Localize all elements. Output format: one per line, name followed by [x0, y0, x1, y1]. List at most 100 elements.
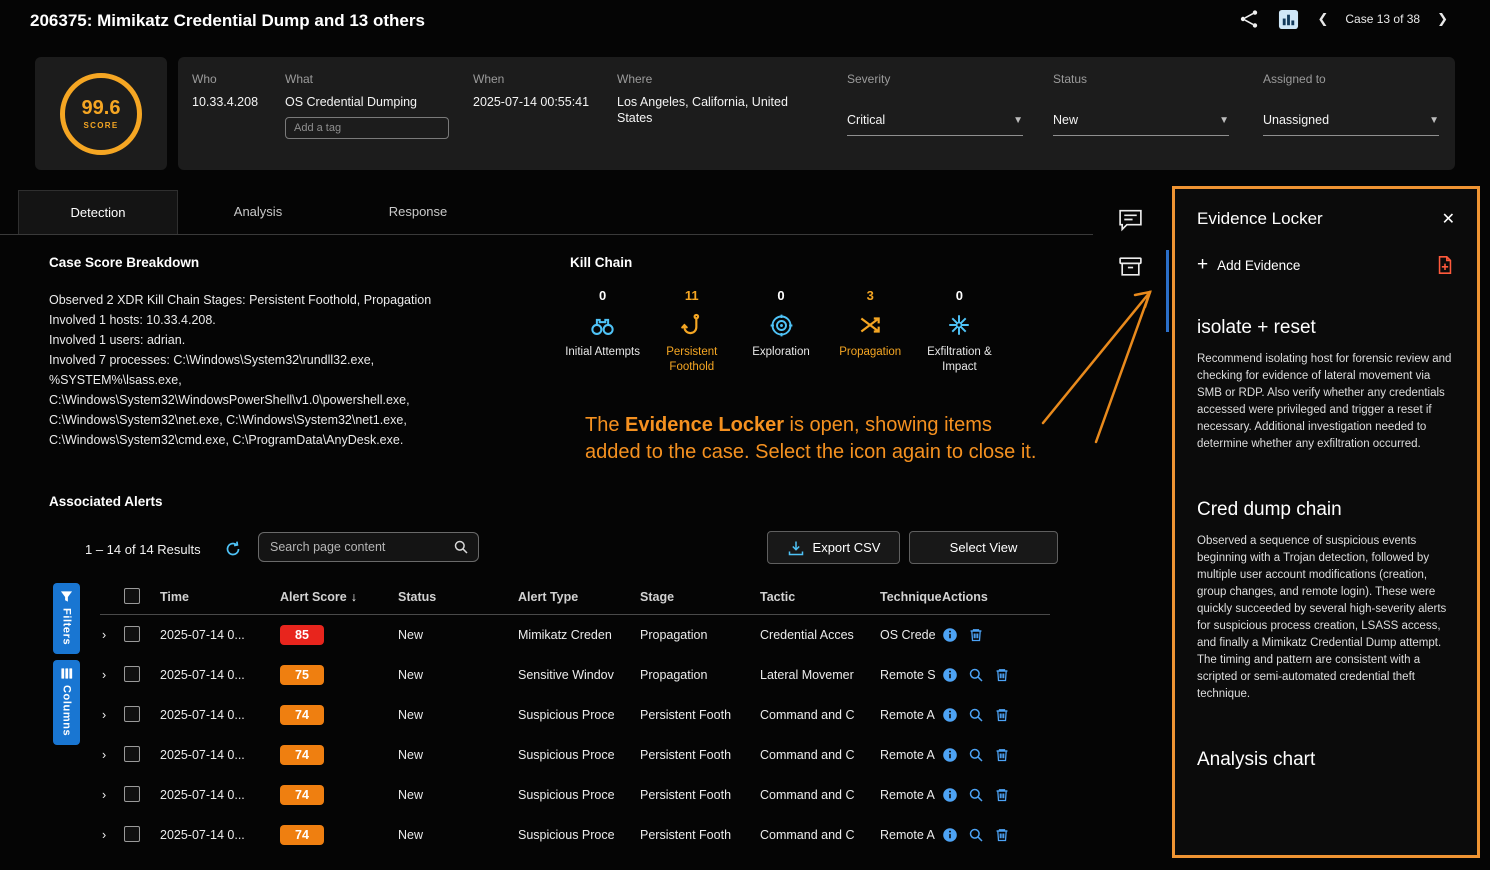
checkbox[interactable] — [124, 786, 140, 802]
info-icon[interactable] — [942, 827, 959, 844]
kill-chain-stage[interactable]: 0Initial Attempts — [558, 288, 647, 375]
cell-actions — [942, 667, 1050, 684]
trash-icon[interactable] — [968, 627, 985, 644]
expand-chevron-icon[interactable]: › — [100, 788, 124, 802]
add-evidence-label: Add Evidence — [1217, 258, 1300, 273]
columns-button[interactable]: Columns — [53, 660, 80, 745]
chevron-left-icon[interactable]: ❮ — [1315, 9, 1330, 29]
status-dropdown[interactable]: New ▼ — [1053, 112, 1229, 136]
column-header-time[interactable]: Time — [160, 590, 280, 604]
cell-score: 74 — [280, 785, 398, 805]
chart-widget-icon[interactable] — [1276, 7, 1300, 31]
cell-time: 2025-07-14 0... — [160, 668, 280, 682]
header-checkbox[interactable] — [124, 588, 160, 607]
expand-chevron-icon[interactable]: › — [100, 668, 124, 682]
row-checkbox[interactable] — [124, 706, 160, 725]
row-checkbox[interactable] — [124, 786, 160, 805]
kill-chain-stage[interactable]: 0Exploration — [736, 288, 825, 375]
cell-technique: Remote A — [880, 708, 942, 722]
info-icon[interactable] — [942, 747, 959, 764]
info-icon[interactable] — [942, 627, 959, 644]
cell-technique: Remote S — [880, 668, 942, 682]
expand-chevron-icon[interactable]: › — [100, 628, 124, 642]
expand-chevron-icon[interactable]: › — [100, 828, 124, 842]
expand-chevron-icon[interactable]: › — [100, 708, 124, 722]
add-tag-input[interactable] — [285, 117, 449, 139]
stage-count: 0 — [558, 288, 647, 304]
cell-technique: Remote A — [880, 788, 942, 802]
trash-icon[interactable] — [994, 667, 1011, 684]
magnifier-icon[interactable] — [968, 747, 985, 764]
evidence-item: Analysis chart — [1197, 749, 1455, 771]
row-checkbox[interactable] — [124, 746, 160, 765]
trash-icon[interactable] — [994, 827, 1011, 844]
column-header-alert-type[interactable]: Alert Type — [518, 590, 640, 604]
select-view-button[interactable]: Select View — [909, 531, 1058, 564]
checkbox[interactable] — [124, 706, 140, 722]
alert-score-badge: 75 — [280, 665, 324, 685]
export-csv-button[interactable]: Export CSV — [767, 531, 900, 564]
column-header-tactic[interactable]: Tactic — [760, 590, 880, 604]
cell-time: 2025-07-14 0... — [160, 708, 280, 722]
row-checkbox[interactable] — [124, 826, 160, 845]
trash-icon[interactable] — [994, 787, 1011, 804]
checkbox[interactable] — [124, 626, 140, 642]
search-box — [258, 532, 479, 562]
evidence-locker-panel: Evidence Locker ✕ + Add Evidence isolate… — [1172, 186, 1480, 858]
tab-analysis[interactable]: Analysis — [178, 190, 338, 234]
field-label: Who — [192, 72, 258, 86]
filters-button[interactable]: Filters — [53, 583, 80, 654]
severity-dropdown[interactable]: Critical ▼ — [847, 112, 1023, 136]
kill-chain-stage[interactable]: 3Propagation — [826, 288, 915, 375]
column-header-alert-score[interactable]: Alert Score↓ — [280, 590, 398, 604]
magnifier-icon[interactable] — [968, 707, 985, 724]
file-plus-icon[interactable] — [1435, 255, 1455, 275]
add-evidence-button[interactable]: + Add Evidence — [1197, 255, 1455, 275]
checkbox[interactable] — [124, 666, 140, 682]
refresh-icon[interactable] — [224, 540, 242, 558]
evidence-item: isolate + resetRecommend isolating host … — [1197, 317, 1455, 453]
magnifier-icon[interactable] — [968, 787, 985, 804]
stage-label: Exfiltration & Impact — [915, 345, 1004, 375]
sort-desc-icon[interactable]: ↓ — [351, 590, 357, 604]
tab-response[interactable]: Response — [338, 190, 498, 234]
row-checkbox[interactable] — [124, 626, 160, 645]
cell-status: New — [398, 828, 518, 842]
cell-stage: Propagation — [640, 628, 760, 642]
caret-down-icon: ▼ — [1013, 115, 1023, 126]
info-icon[interactable] — [942, 667, 959, 684]
expand-chevron-icon[interactable]: › — [100, 748, 124, 762]
cell-alert-type: Suspicious Proce — [518, 748, 640, 762]
checkbox[interactable] — [124, 746, 140, 762]
magnifier-icon[interactable] — [968, 667, 985, 684]
chevron-right-icon[interactable]: ❯ — [1435, 9, 1450, 29]
tab-detection[interactable]: Detection — [18, 190, 178, 234]
cell-status: New — [398, 708, 518, 722]
breakdown-line: Involved 1 users: adrian. — [49, 330, 539, 350]
dropdown-value: New — [1053, 112, 1078, 128]
magnifier-icon[interactable] — [968, 827, 985, 844]
checkbox[interactable] — [124, 826, 140, 842]
row-checkbox[interactable] — [124, 666, 160, 685]
cell-status: New — [398, 748, 518, 762]
kill-chain-stage[interactable]: 11Persistent Foothold — [647, 288, 736, 375]
column-header-stage[interactable]: Stage — [640, 590, 760, 604]
evidence-locker-icon[interactable] — [1117, 253, 1145, 281]
trash-icon[interactable] — [994, 747, 1011, 764]
share-icon[interactable] — [1237, 7, 1261, 31]
case-nav-label: Case 13 of 38 — [1345, 12, 1420, 26]
cell-technique: OS Crede — [880, 628, 942, 642]
cell-tactic: Command and C — [760, 828, 880, 842]
search-input[interactable] — [268, 539, 453, 555]
column-header-actions[interactable]: Actions — [942, 590, 1050, 604]
column-header-status[interactable]: Status — [398, 590, 518, 604]
kill-chain-stage[interactable]: 0Exfiltration & Impact — [915, 288, 1004, 375]
checkbox[interactable] — [124, 588, 140, 604]
assigned-to-dropdown[interactable]: Unassigned ▼ — [1263, 112, 1439, 136]
close-icon[interactable]: ✕ — [1442, 209, 1455, 229]
comment-icon[interactable] — [1117, 206, 1145, 234]
info-icon[interactable] — [942, 787, 959, 804]
info-icon[interactable] — [942, 707, 959, 724]
trash-icon[interactable] — [994, 707, 1011, 724]
column-header-technique[interactable]: Technique — [880, 590, 942, 604]
